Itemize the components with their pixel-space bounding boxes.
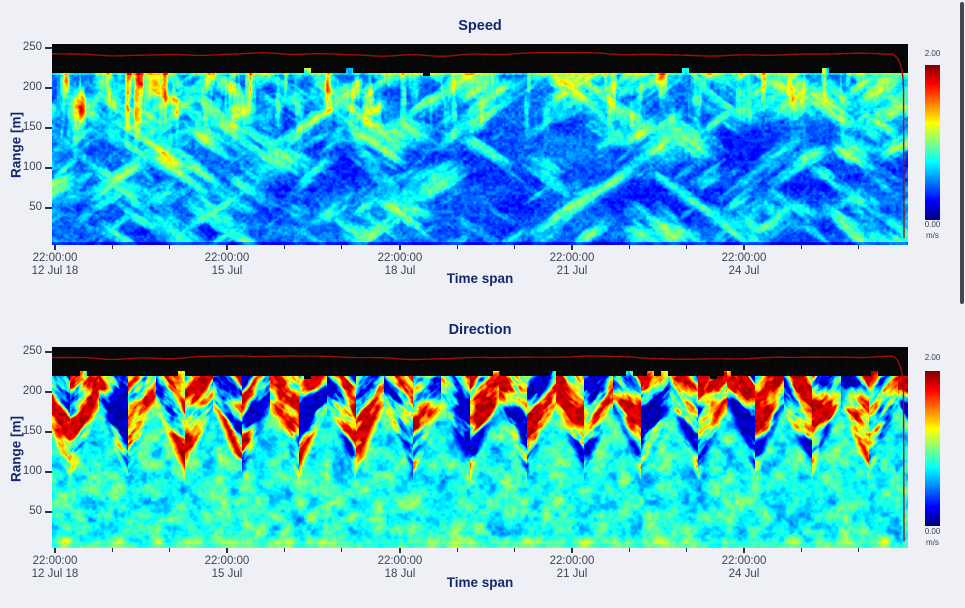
speed-colorbar-min-label: 0.00 bbox=[917, 220, 948, 230]
x-tick-mark bbox=[226, 548, 228, 553]
x-minor-tick-mark bbox=[629, 548, 630, 552]
x-tick-label: 22:00:00 12 Jul 18 bbox=[10, 252, 100, 278]
y-tick-label: 100 bbox=[10, 161, 42, 173]
x-minor-tick-mark bbox=[457, 245, 458, 249]
y-tick-label: 250 bbox=[10, 41, 42, 53]
x-minor-tick-mark bbox=[801, 548, 802, 552]
speed-heatmap[interactable] bbox=[52, 44, 908, 245]
x-minor-tick-mark bbox=[686, 548, 687, 552]
x-minor-tick-mark bbox=[514, 245, 515, 249]
y-tick-mark bbox=[45, 431, 52, 433]
x-tick-label: 22:00:00 21 Jul bbox=[527, 252, 617, 278]
x-tick-mark bbox=[571, 245, 573, 250]
x-minor-tick-mark bbox=[858, 548, 859, 552]
y-tick-label: 150 bbox=[10, 121, 42, 133]
speed-colorbar-unit-label: m/s bbox=[917, 231, 948, 241]
y-tick-label: 100 bbox=[10, 465, 42, 477]
y-tick-label: 50 bbox=[10, 201, 42, 213]
x-tick-label: 22:00:00 18 Jul bbox=[355, 555, 445, 581]
x-minor-tick-mark bbox=[112, 245, 113, 249]
y-tick-mark bbox=[45, 167, 52, 169]
x-minor-tick-mark bbox=[284, 245, 285, 249]
x-tick-mark bbox=[399, 245, 401, 250]
speed-colorbar bbox=[925, 65, 940, 220]
y-tick-mark bbox=[45, 351, 52, 353]
x-tick-label: 22:00:00 24 Jul bbox=[699, 555, 789, 581]
dashboard: Speed Range [m] Time span 2.00 0.00 m/s … bbox=[0, 0, 965, 608]
y-tick-mark bbox=[45, 391, 52, 393]
x-tick-mark bbox=[571, 548, 573, 553]
x-minor-tick-mark bbox=[801, 245, 802, 249]
direction-title: Direction bbox=[52, 321, 908, 339]
x-minor-tick-mark bbox=[341, 548, 342, 552]
y-tick-mark bbox=[45, 471, 52, 473]
x-tick-mark bbox=[743, 245, 745, 250]
y-tick-mark bbox=[45, 207, 52, 209]
x-minor-tick-mark bbox=[284, 548, 285, 552]
x-minor-tick-mark bbox=[169, 245, 170, 249]
x-minor-tick-mark bbox=[457, 548, 458, 552]
x-tick-label: 22:00:00 24 Jul bbox=[699, 252, 789, 278]
x-tick-label: 22:00:00 21 Jul bbox=[527, 555, 617, 581]
x-minor-tick-mark bbox=[686, 245, 687, 249]
direction-colorbar-unit-label: m/s bbox=[917, 538, 948, 548]
x-minor-tick-mark bbox=[629, 245, 630, 249]
x-minor-tick-mark bbox=[858, 245, 859, 249]
speed-colorbar-max-label: 2.00 bbox=[917, 49, 948, 59]
y-tick-label: 50 bbox=[10, 505, 42, 517]
y-tick-mark bbox=[45, 47, 52, 49]
direction-colorbar-min-label: 0.00 bbox=[917, 527, 948, 537]
x-tick-label: 22:00:00 15 Jul bbox=[182, 555, 272, 581]
y-tick-label: 150 bbox=[10, 425, 42, 437]
scrollbar-thumb[interactable] bbox=[960, 2, 964, 304]
x-tick-label: 22:00:00 18 Jul bbox=[355, 252, 445, 278]
x-minor-tick-mark bbox=[341, 245, 342, 249]
x-minor-tick-mark bbox=[514, 548, 515, 552]
x-tick-label: 22:00:00 12 Jul 18 bbox=[10, 555, 100, 581]
x-minor-tick-mark bbox=[169, 548, 170, 552]
y-tick-label: 250 bbox=[10, 345, 42, 357]
direction-heatmap[interactable] bbox=[52, 347, 908, 548]
x-tick-mark bbox=[54, 548, 56, 553]
x-tick-mark bbox=[743, 548, 745, 553]
x-minor-tick-mark bbox=[112, 548, 113, 552]
x-tick-label: 22:00:00 15 Jul bbox=[182, 252, 272, 278]
y-tick-label: 200 bbox=[10, 385, 42, 397]
direction-colorbar bbox=[925, 371, 940, 526]
direction-colorbar-max-label: 2.00 bbox=[917, 353, 948, 363]
x-tick-mark bbox=[54, 245, 56, 250]
speed-title: Speed bbox=[52, 17, 908, 35]
y-tick-mark bbox=[45, 511, 52, 513]
x-tick-mark bbox=[399, 548, 401, 553]
x-tick-mark bbox=[226, 245, 228, 250]
y-tick-mark bbox=[45, 87, 52, 89]
y-tick-mark bbox=[45, 127, 52, 129]
y-tick-label: 200 bbox=[10, 81, 42, 93]
